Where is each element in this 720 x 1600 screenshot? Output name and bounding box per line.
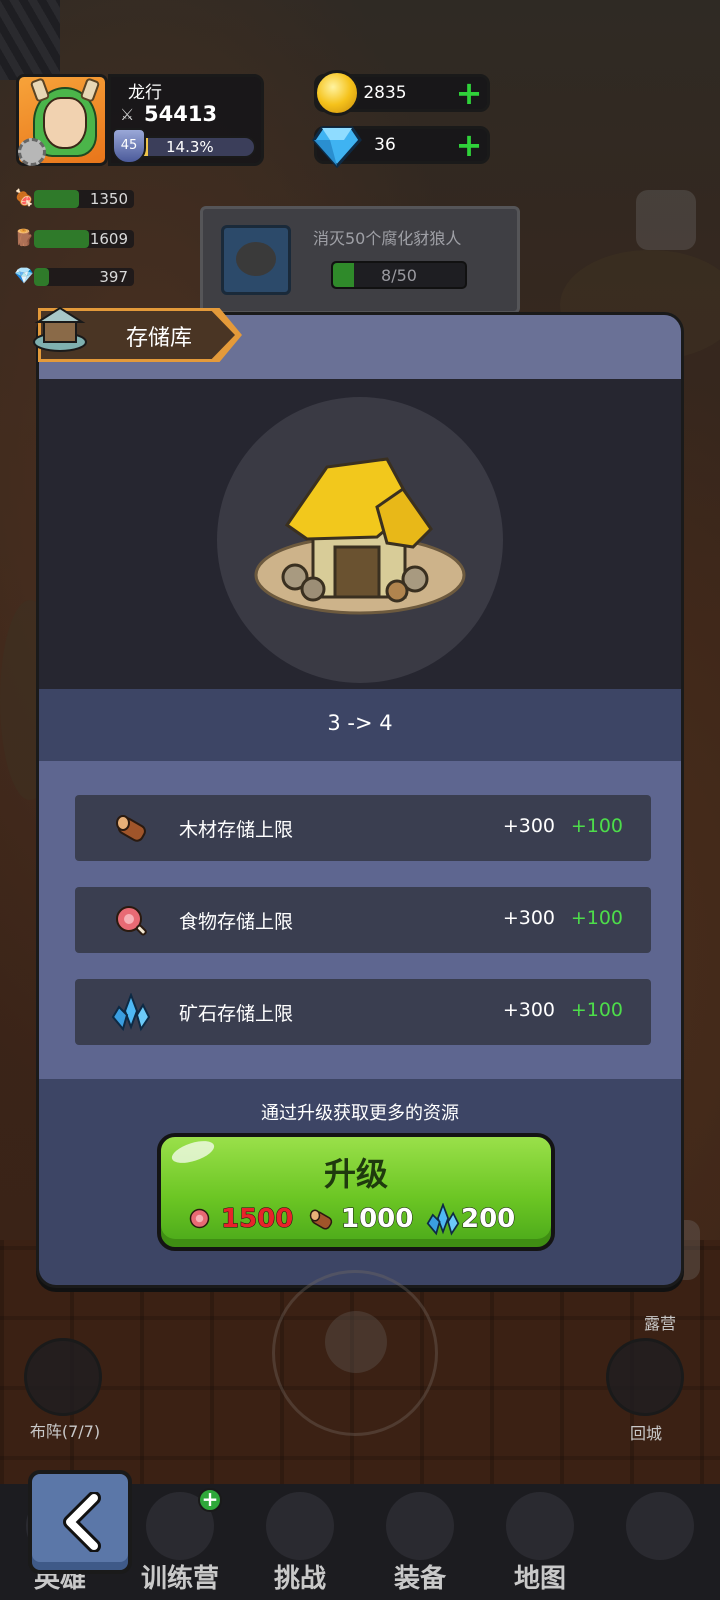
lock-icon (626, 1492, 694, 1560)
nav-label: 装备 (393, 1564, 446, 1594)
upgrade-hint: 通过升级获取更多的资源 (261, 1103, 459, 1124)
wood-icon (116, 815, 146, 842)
nav-challenge[interactable]: 挑战 (240, 1484, 360, 1600)
cost-amount: 200 (460, 1204, 516, 1235)
avatar-antler-left (29, 77, 51, 103)
camp-label: 露营 (643, 1314, 676, 1333)
storehouse-image (254, 457, 466, 615)
crystal-icon (111, 993, 151, 1032)
return-city-label: 回城 (629, 1424, 662, 1443)
training-notification-badge: + (198, 1488, 222, 1512)
stats-panel: 木材存储上限 +300 +100 食物存储上限 +300 +100 矿石存储上限… (39, 761, 681, 1079)
add-gold-button[interactable]: + (455, 77, 483, 109)
storehouse-icon (33, 306, 87, 352)
combat-power: 54413 (144, 102, 218, 126)
add-gems-button[interactable]: + (455, 129, 483, 161)
meat-icon: 🍖 (14, 188, 34, 207)
level-shield-icon: 45 (112, 128, 146, 164)
return-city-button[interactable] (606, 1338, 684, 1416)
resource-bar: 397 (34, 268, 134, 286)
armor-icon (386, 1492, 454, 1560)
resource-bar-fill (34, 190, 79, 208)
stat-increase: +100 (570, 999, 623, 1021)
cost-food: 1500 (185, 1201, 297, 1237)
chevron-left-icon (63, 1492, 101, 1552)
stat-row-food: 食物存储上限 +300 +100 (75, 887, 651, 953)
joystick-knob[interactable] (325, 1311, 387, 1373)
storage-upgrade-dialog: 3 -> 4 木材存储上限 +300 +100 食物存储上限 +300 +100 (36, 312, 684, 1288)
meat-icon (116, 906, 147, 936)
nav-map[interactable]: 地图 (480, 1484, 600, 1600)
stat-label: 木材存储上限 (179, 819, 294, 841)
resource-row-crystal: 397 💎 (14, 266, 134, 288)
stat-increase: +100 (570, 815, 623, 837)
upgrade-button-label: 升级 (323, 1155, 388, 1193)
resource-bar-fill (34, 268, 49, 286)
resource-bar: 1350 (34, 190, 134, 208)
crossed-swords-icon: ⚔ (120, 105, 135, 124)
task-board-icon[interactable] (636, 190, 696, 250)
nav-training[interactable]: 训练营 (120, 1484, 240, 1600)
resource-bar: 1609 (34, 230, 134, 248)
formation-label: 布阵(7/7) (29, 1422, 101, 1441)
stat-row-wood: 木材存储上限 +300 +100 (75, 795, 651, 861)
resource-row-meat: 1350 🍖 (14, 188, 134, 210)
avatar-antler-right (79, 77, 101, 103)
map-icon (506, 1492, 574, 1560)
joystick[interactable] (272, 1270, 438, 1436)
quest-card[interactable]: 消灭50个腐化豺狼人 8/50 (200, 206, 520, 314)
gear-icon[interactable] (18, 138, 46, 166)
nav-label: 挑战 (273, 1564, 326, 1594)
cost-ore: 200 (425, 1201, 535, 1237)
boar-silhouette (236, 242, 276, 276)
resource-row-wood: 1609 🪵 (14, 228, 134, 250)
stat-label: 食物存储上限 (179, 911, 294, 933)
xp-percent: 14.3% (166, 138, 214, 156)
nav-label: 地图 (513, 1564, 566, 1594)
resource-bar-fill (34, 230, 89, 248)
boar-icon (221, 225, 291, 295)
dialog-title: 存储库 (126, 326, 193, 351)
crystal-icon: 💎 (14, 266, 34, 285)
wood-icon (309, 1209, 333, 1230)
diamond-icon (312, 126, 362, 168)
back-button[interactable] (28, 1470, 132, 1574)
level-change: 3 -> 4 (327, 711, 393, 735)
resource-value: 1609 (89, 230, 128, 248)
wood-icon: 🪵 (14, 228, 34, 247)
cost-wood: 1000 (305, 1201, 417, 1237)
quest-title: 消灭50个腐化豺狼人 (313, 229, 462, 248)
nav-locked[interactable] (600, 1484, 720, 1600)
nav-label: 训练营 (140, 1564, 219, 1594)
stat-label: 矿石存储上限 (179, 1003, 294, 1025)
player-name: 龙行 (128, 83, 162, 103)
stat-row-ore: 矿石存储上限 +300 +100 (75, 979, 651, 1045)
cost-amount: 1000 (340, 1204, 414, 1235)
stat-current: +300 (502, 815, 555, 837)
cost-amount: 1500 (220, 1204, 294, 1235)
stat-increase: +100 (570, 907, 623, 929)
nav-equipment[interactable]: 装备 (360, 1484, 480, 1600)
formation-button[interactable] (24, 1338, 102, 1416)
meat-icon (189, 1208, 210, 1229)
stat-current: +300 (502, 999, 555, 1021)
quest-progress-bar: 8/50 (331, 261, 467, 289)
stat-current: +300 (502, 907, 555, 929)
hex-tile-decoration (0, 0, 60, 80)
level-strip: 3 -> 4 (39, 689, 681, 761)
avatar-face (43, 97, 87, 149)
building-preview-circle (217, 397, 503, 683)
gold-coin-icon (314, 70, 360, 116)
upgrade-button[interactable]: 升级 1500 1000 200 (157, 1133, 555, 1251)
sword-icon (266, 1492, 334, 1560)
quest-progress-text: 8/50 (381, 266, 417, 285)
resource-value: 1350 (89, 190, 128, 208)
resource-value: 397 (99, 268, 128, 286)
building-preview (39, 379, 681, 689)
crystal-icon (426, 1203, 460, 1236)
